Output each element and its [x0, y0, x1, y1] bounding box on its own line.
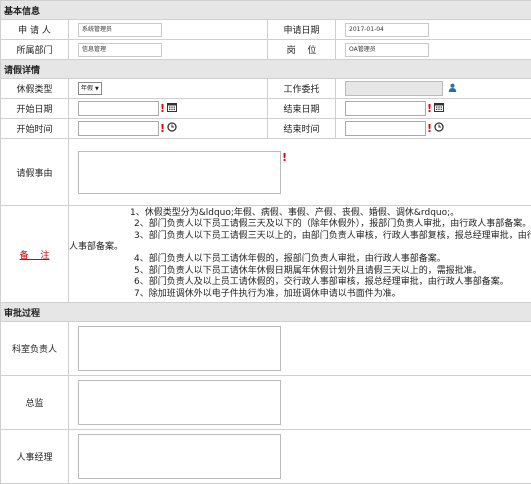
leave-type-selected: 年假: [81, 85, 93, 92]
details-header-row: 请假详情: [1, 60, 531, 79]
director-label: 总监: [1, 376, 69, 430]
section-title-basic: 基本信息: [1, 1, 531, 20]
note-line: 4、部门负责人以下员工请休年假的，报部门负责人审批，由行政人事部备案。: [69, 254, 531, 266]
end-date-input[interactable]: [345, 101, 426, 116]
note-line: 1、休假类型分为&ldquo;年假、病假、事假、产假、丧假、婚假、调休&rdqu…: [69, 208, 531, 220]
required-mark: !: [427, 102, 432, 115]
apply-date-value: 2017-01-04: [345, 23, 429, 37]
start-time-input[interactable]: [78, 121, 159, 136]
section-title-details: 请假详情: [1, 60, 531, 79]
applicant-label: 申 请 人: [1, 20, 69, 40]
chevron-down-icon: ▼: [95, 86, 99, 92]
position-value: OA管理员: [345, 43, 429, 57]
required-mark: !: [427, 122, 432, 135]
calendar-icon[interactable]: [167, 102, 177, 115]
note-line: 6、部门负责人及以上员工请休假的，交行政人事部审核，报总经理审批，由行政人事部备…: [69, 277, 531, 289]
delegate-label: 工作委托: [268, 79, 336, 99]
basic-info-header-row: 基本信息: [1, 1, 531, 20]
delegate-input[interactable]: [345, 81, 443, 96]
note-line: 7、除加班调休外以电子件执行为准，加班调休申请以书面件为准。: [69, 289, 531, 301]
start-date-input[interactable]: [78, 101, 159, 116]
hr-manager-opinion[interactable]: [78, 434, 281, 479]
remark-label: 备 注: [20, 251, 50, 261]
section-head-opinion[interactable]: [78, 326, 281, 371]
applicant-value: 系统管理员: [78, 23, 162, 37]
remark-notes: 1、休假类型分为&ldquo;年假、病假、事假、产假、丧假、婚假、调休&rdqu…: [69, 206, 531, 303]
start-date-label: 开始日期: [1, 99, 69, 119]
leave-form: 基本信息 申 请 人 系统管理员 申请日期 2017-01-04 所属部门 信息…: [0, 0, 531, 484]
approval-header-row: 审批过程: [1, 303, 531, 322]
department-label: 所属部门: [1, 40, 69, 60]
user-select-icon[interactable]: [448, 83, 457, 95]
section-head-label: 科室负责人: [1, 322, 69, 376]
leave-type-select[interactable]: 年假 ▼: [78, 82, 102, 95]
end-date-label: 结束日期: [268, 99, 336, 119]
clock-icon[interactable]: [167, 122, 177, 135]
note-line: 3、部门负责人以下员工请假三天以上的，由部门负责人审核，行政人事部复核，报总经理…: [69, 231, 531, 243]
start-time-label: 开始时间: [1, 119, 69, 139]
hr-manager-label: 人事经理: [1, 430, 69, 484]
position-label: 岗 位: [268, 40, 336, 60]
calendar-icon[interactable]: [434, 102, 444, 115]
end-time-label: 结束时间: [268, 119, 336, 139]
apply-date-label: 申请日期: [268, 20, 336, 40]
required-mark: !: [160, 122, 165, 135]
note-line: 人事部备案。: [69, 242, 531, 254]
reason-label: 请假事由: [1, 139, 69, 206]
required-mark: !: [282, 151, 287, 164]
clock-icon[interactable]: [434, 122, 444, 135]
end-time-input[interactable]: [345, 121, 426, 136]
department-value: 信息管理: [78, 43, 162, 57]
leave-type-label: 休假类型: [1, 79, 69, 99]
section-title-approval: 审批过程: [1, 303, 531, 322]
required-mark: !: [160, 102, 165, 115]
note-line: 2、部门负责人以下员工请假三天及以下的（除年休假外），报部门负责人审批，由行政人…: [69, 219, 531, 231]
note-line: 5、部门负责人以下员工请休年休假日期属年休假计划外且请假三天以上的，需报批准。: [69, 266, 531, 278]
reason-textarea[interactable]: [78, 151, 281, 194]
director-opinion[interactable]: [78, 380, 281, 425]
